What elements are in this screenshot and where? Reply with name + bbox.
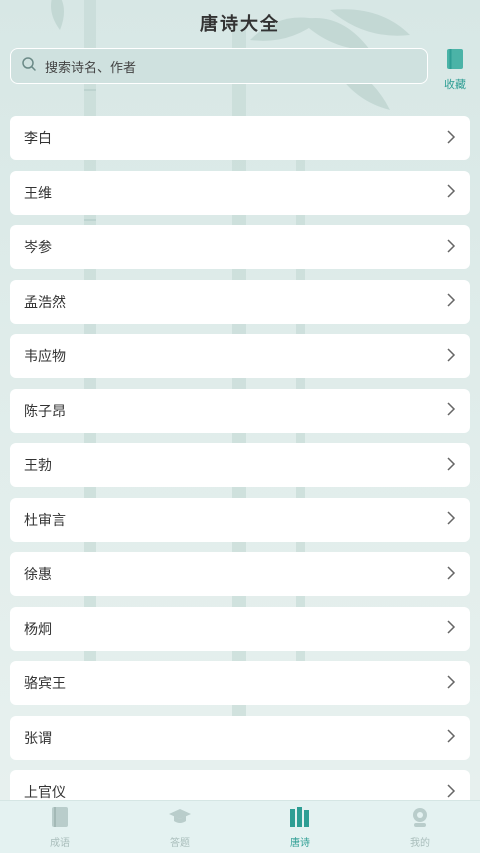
list-item[interactable]: 岑参	[10, 225, 470, 269]
tab-idioms[interactable]: 成语	[0, 801, 120, 853]
author-name: 韦应物	[24, 349, 66, 365]
tab-label: 我的	[410, 837, 430, 849]
search-input[interactable]: 搜索诗名、作者	[10, 48, 428, 84]
tab-label: 唐诗	[290, 837, 310, 849]
chevron-right-icon	[446, 347, 456, 366]
chevron-right-icon	[446, 183, 456, 202]
favorite-label: 收藏	[444, 78, 466, 91]
tab-label: 成语	[50, 837, 70, 849]
tab-tang-poems[interactable]: 唐诗	[240, 801, 360, 853]
book-icon	[50, 806, 70, 832]
graduation-cap-icon	[168, 806, 192, 832]
list-item[interactable]: 陈子昂	[10, 388, 470, 433]
tab-label: 答题	[170, 837, 190, 849]
tab-profile[interactable]: 我的	[360, 801, 480, 853]
author-list: 李白 王维 岑参 孟浩然 韦应物 陈子昂 王勃 杜审言 徐惠 杨炯 骆宾王 张谓…	[10, 116, 470, 825]
author-name: 李白	[24, 131, 52, 147]
author-name: 骆宾王	[24, 676, 66, 692]
books-icon	[288, 806, 312, 832]
list-item[interactable]: 韦应物	[10, 334, 470, 378]
chevron-right-icon	[446, 456, 456, 475]
list-item[interactable]: 孟浩然	[10, 279, 470, 324]
chevron-right-icon	[446, 728, 456, 747]
author-name: 徐惠	[24, 567, 52, 583]
chevron-right-icon	[446, 565, 456, 584]
list-item[interactable]: 杜审言	[10, 497, 470, 542]
author-name: 岑参	[24, 240, 52, 256]
tab-quiz[interactable]: 答题	[120, 801, 240, 853]
search-icon	[21, 56, 37, 76]
user-icon	[409, 806, 431, 832]
chevron-right-icon	[446, 238, 456, 257]
chevron-right-icon	[446, 129, 456, 148]
list-item[interactable]: 王维	[10, 170, 470, 215]
list-item[interactable]: 李白	[10, 116, 470, 160]
author-name: 张谓	[24, 730, 52, 747]
chevron-right-icon	[446, 783, 456, 802]
author-name: 陈子昂	[24, 403, 66, 420]
list-item[interactable]: 杨炯	[10, 606, 470, 651]
list-item[interactable]: 骆宾王	[10, 661, 470, 705]
author-name: 杨炯	[24, 621, 52, 638]
list-item[interactable]: 王勃	[10, 443, 470, 487]
author-name: 杜审言	[24, 512, 66, 529]
author-name: 孟浩然	[24, 294, 66, 311]
bottom-tab-bar: 成语 答题 唐诗 我的	[0, 800, 480, 853]
list-item[interactable]: 张谓	[10, 715, 470, 760]
chevron-right-icon	[446, 401, 456, 420]
list-item[interactable]: 徐惠	[10, 552, 470, 596]
chevron-right-icon	[446, 510, 456, 529]
bookmark-icon	[446, 49, 464, 74]
author-name: 王勃	[24, 458, 52, 474]
author-name: 上官仪	[24, 785, 66, 801]
search-placeholder: 搜索诗名、作者	[45, 60, 137, 76]
favorite-button[interactable]: 收藏	[438, 48, 472, 92]
chevron-right-icon	[446, 292, 456, 311]
author-name: 王维	[24, 185, 52, 202]
page-title: 唐诗大全	[200, 14, 280, 35]
chevron-right-icon	[446, 674, 456, 693]
chevron-right-icon	[446, 619, 456, 638]
